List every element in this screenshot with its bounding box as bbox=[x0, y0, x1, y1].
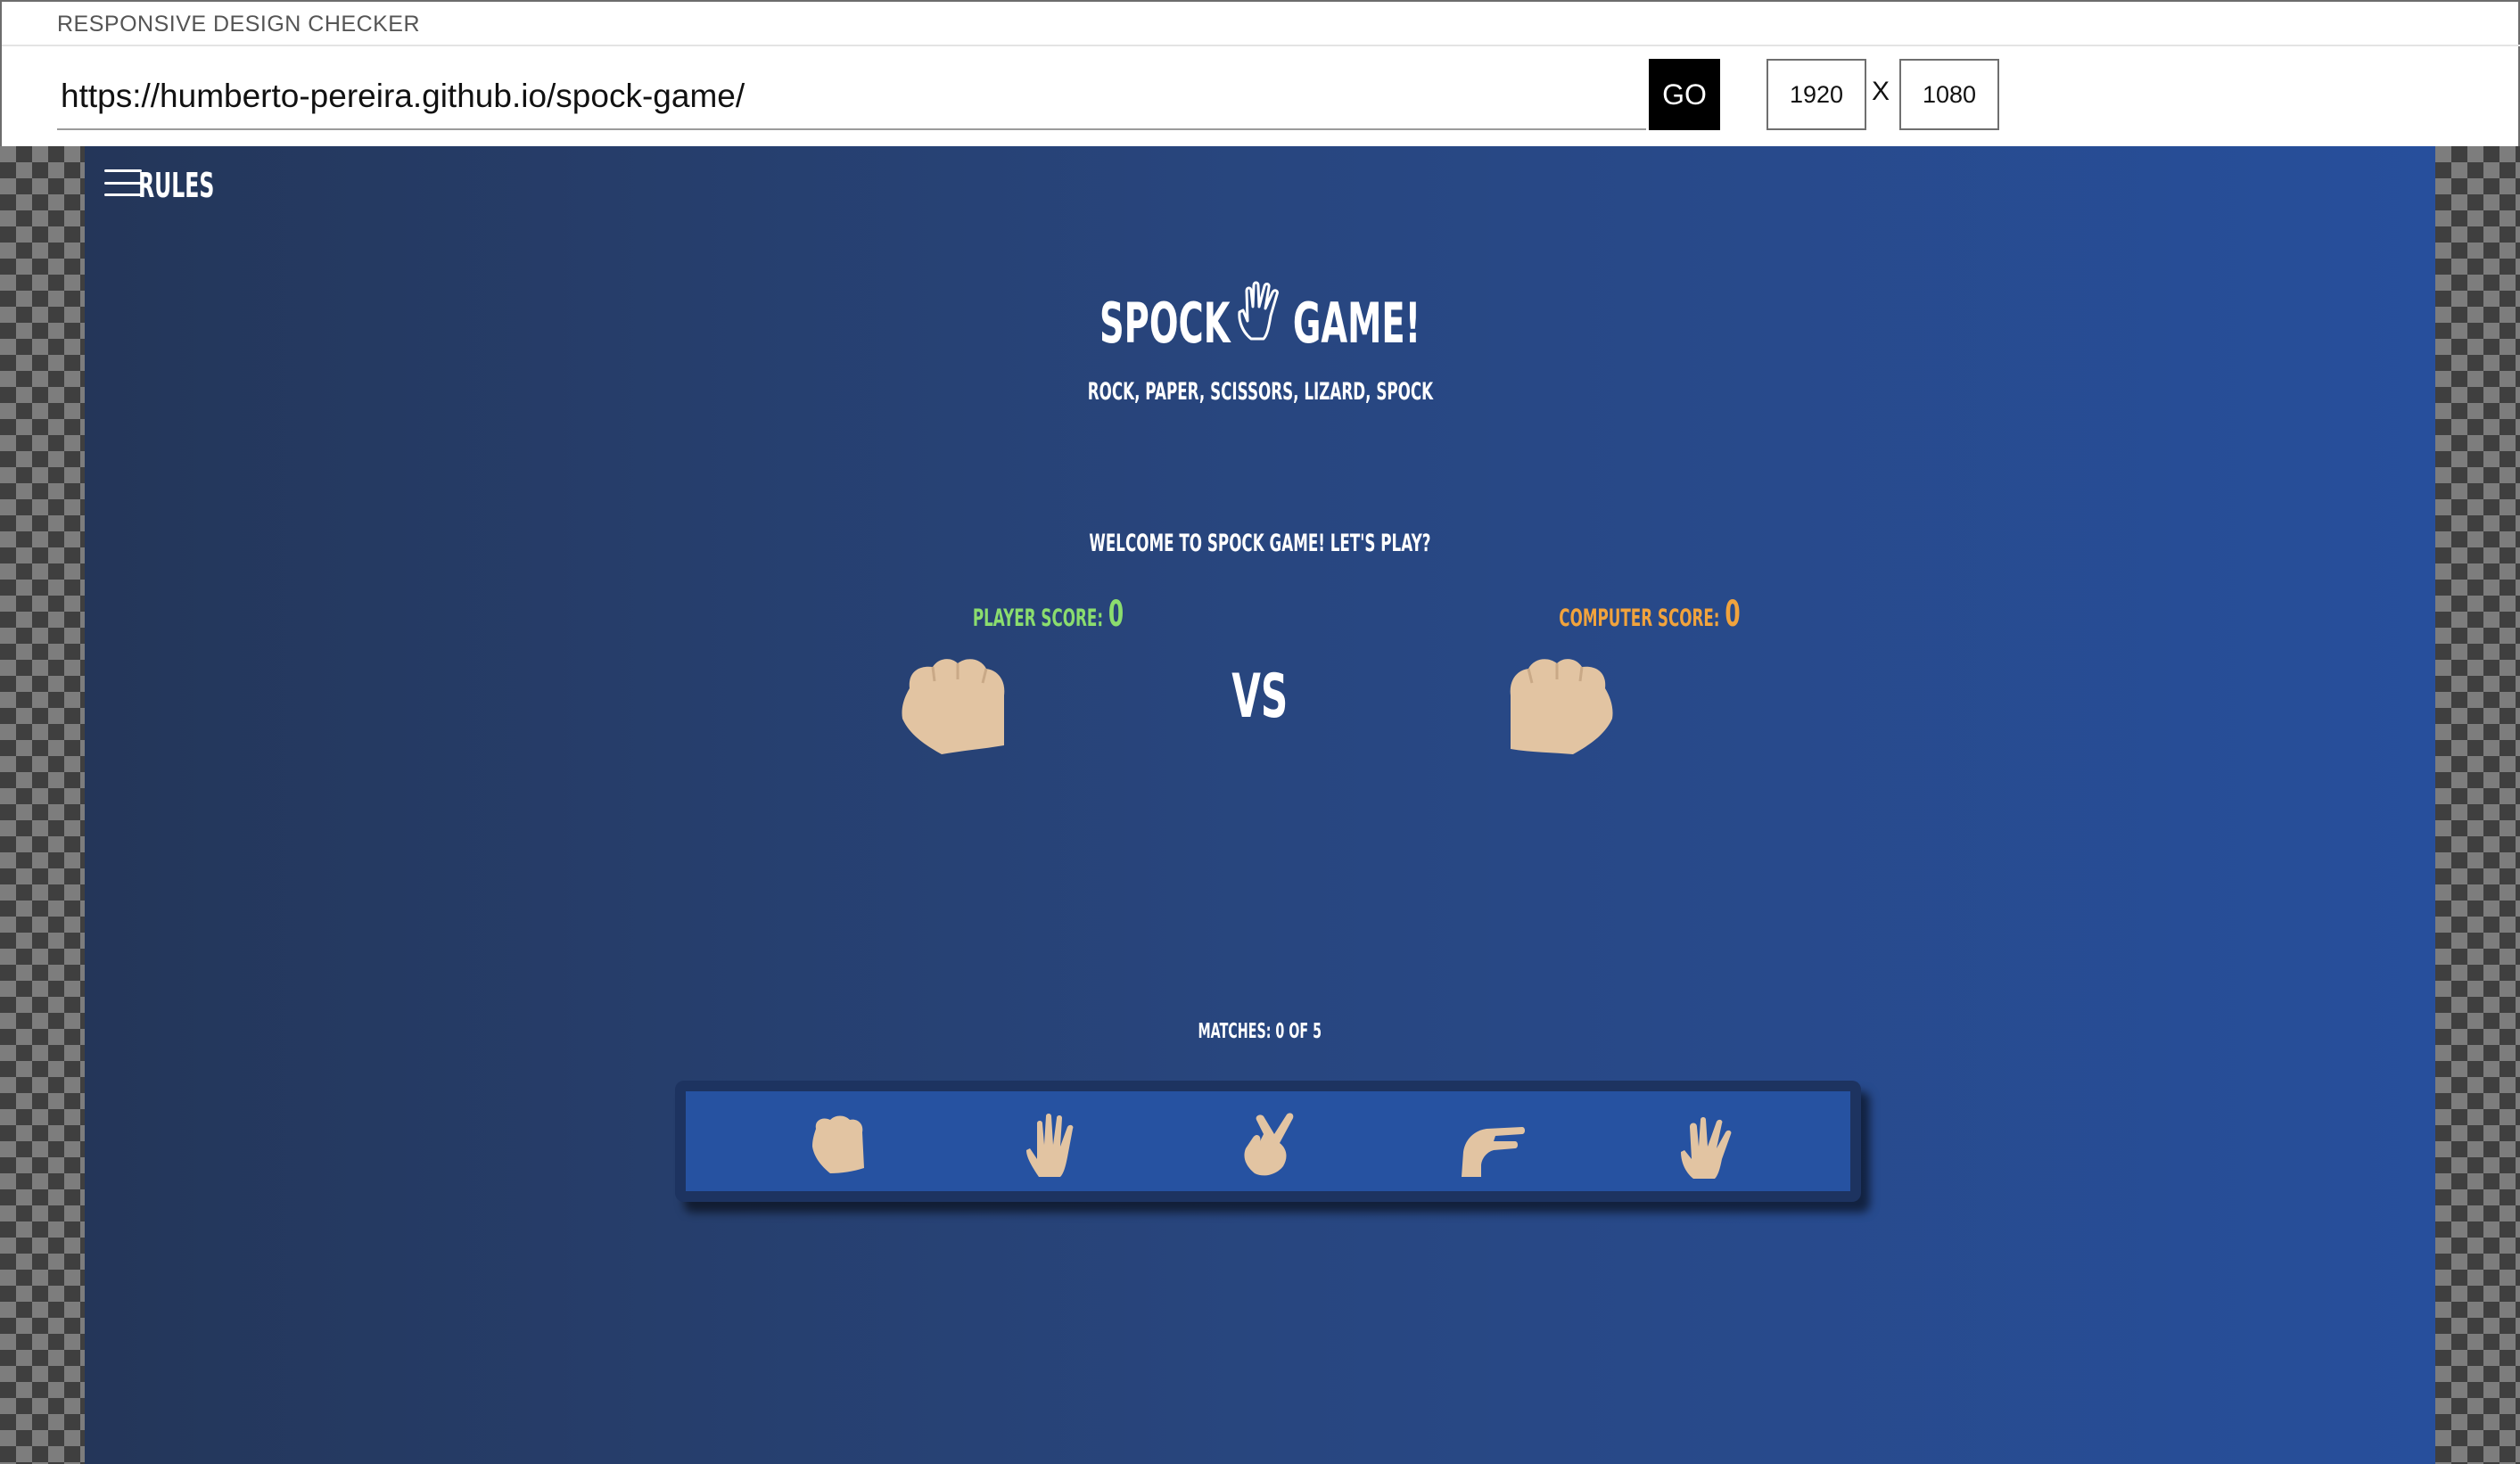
lizard-button[interactable] bbox=[1449, 1102, 1535, 1188]
go-button[interactable]: GO bbox=[1649, 59, 1720, 130]
checkerboard-left bbox=[0, 146, 85, 1464]
vulcan-salute-icon bbox=[1238, 281, 1279, 341]
matches-counter: MATCHES: 0 OF 5 bbox=[1198, 1020, 1322, 1043]
dimension-separator: X bbox=[1872, 77, 1890, 106]
checkerboard-right bbox=[2435, 146, 2520, 1464]
title-spock: SPOCK bbox=[1099, 291, 1231, 356]
paper-button[interactable] bbox=[1014, 1102, 1099, 1188]
width-input[interactable] bbox=[1766, 59, 1866, 130]
checker-toolbar: RESPONSIVE DESIGN CHECKER GO X bbox=[0, 0, 2520, 146]
site-preview: RULES SPOCK GAME! ROCK, PAPER, SCISSORS,… bbox=[85, 146, 2435, 1464]
versus-label: VS bbox=[1231, 662, 1289, 732]
player-rock-icon bbox=[902, 659, 1005, 754]
computer-score-value: 0 bbox=[1725, 594, 1741, 635]
rules-menu-button[interactable]: RULES bbox=[104, 166, 214, 205]
height-input[interactable] bbox=[1899, 59, 1999, 130]
subtitle: ROCK, PAPER, SCISSORS, LIZARD, SPOCK bbox=[1087, 378, 1433, 406]
rock-icon bbox=[812, 1115, 864, 1173]
lizard-icon bbox=[1462, 1127, 1525, 1177]
spock-icon bbox=[1681, 1117, 1732, 1179]
rules-label[interactable]: RULES bbox=[138, 166, 214, 205]
player-score: PLAYER SCORE: 0 bbox=[905, 594, 1190, 635]
welcome-message: WELCOME TO SPOCK GAME! LET'S PLAY? bbox=[1089, 530, 1431, 557]
checker-title: RESPONSIVE DESIGN CHECKER bbox=[57, 12, 421, 37]
player-score-label: PLAYER SCORE: bbox=[972, 605, 1103, 632]
scissors-icon bbox=[1244, 1113, 1294, 1176]
toolbar-divider bbox=[2, 45, 2520, 46]
hamburger-icon[interactable] bbox=[104, 169, 142, 196]
player-score-value: 0 bbox=[1108, 594, 1124, 635]
computer-rock-icon bbox=[1510, 659, 1613, 754]
computer-score: COMPUTER SCORE: 0 bbox=[1503, 594, 1789, 635]
spock-button[interactable] bbox=[1667, 1102, 1752, 1188]
scissors-button[interactable] bbox=[1231, 1102, 1317, 1188]
title-game: GAME! bbox=[1292, 291, 1421, 356]
paper-icon bbox=[1026, 1114, 1074, 1177]
computer-score-label: COMPUTER SCORE: bbox=[1559, 605, 1720, 632]
choices-panel bbox=[675, 1081, 1861, 1202]
url-input[interactable] bbox=[57, 64, 1646, 130]
rock-button[interactable] bbox=[796, 1102, 882, 1188]
game-title: SPOCK GAME! bbox=[85, 280, 2435, 356]
